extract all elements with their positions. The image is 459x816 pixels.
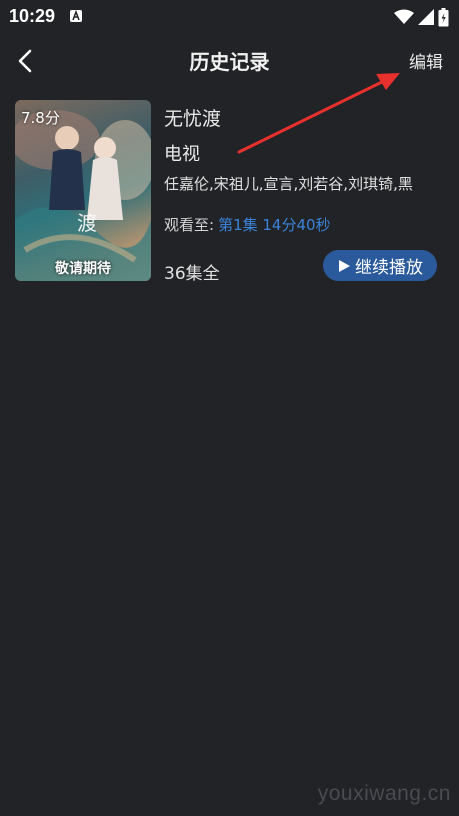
watch-progress-row: 观看至: 第1集 14分40秒 [164, 214, 331, 235]
poster-score: 7.8分 [21, 109, 60, 127]
notification-app-icon [70, 10, 82, 22]
wifi-icon [394, 9, 414, 24]
svg-text:渡: 渡 [77, 211, 97, 235]
watermark: youxiwang.cn [317, 782, 451, 805]
play-icon [339, 259, 350, 272]
edit-button[interactable]: 编辑 [409, 48, 443, 73]
header: 历史记录 编辑 [0, 34, 459, 86]
poster-caption: 敬请期待 [55, 261, 111, 277]
continue-play-label: 继续播放 [355, 258, 423, 278]
status-time: 10:29 [9, 6, 56, 26]
signal-icon [418, 9, 434, 25]
episode-count: 36集全 [164, 264, 220, 284]
watch-progress: 第1集 14分40秒 [218, 216, 331, 234]
status-icons [394, 7, 449, 27]
item-title[interactable]: 无忧渡 [164, 104, 221, 131]
battery-icon [438, 7, 449, 26]
continue-play-button[interactable]: 继续播放 [323, 250, 437, 281]
poster-image[interactable]: 渡 7.8分 敬请期待 [15, 100, 151, 281]
item-type: 电视 [164, 144, 200, 165]
history-item[interactable]: 渡 7.8分 敬请期待 无忧渡 电视 任嘉伦,宋祖儿,宣言,刘若谷,刘琪锜,黑 … [15, 100, 445, 284]
item-cast: 任嘉伦,宋祖儿,宣言,刘若谷,刘琪锜,黑 [164, 175, 413, 193]
page-title: 历史记录 [189, 50, 270, 74]
status-bar: 10:29 [0, 0, 459, 34]
watch-label: 观看至: [164, 216, 215, 234]
